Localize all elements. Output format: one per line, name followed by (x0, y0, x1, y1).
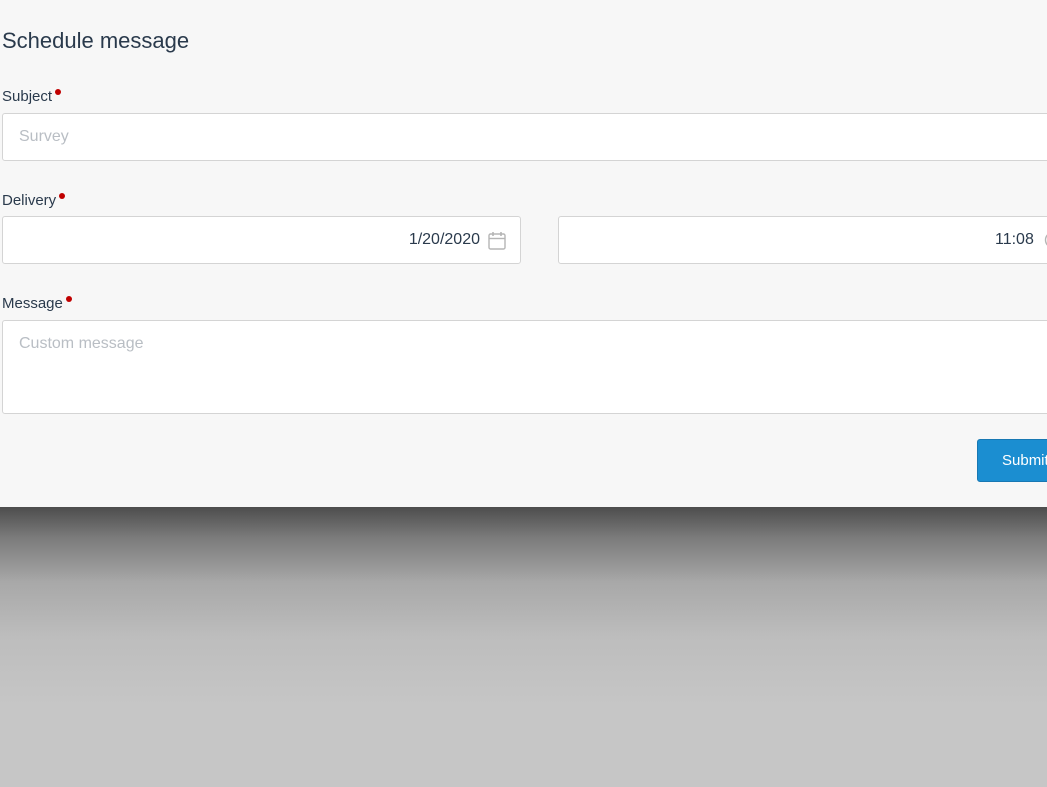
schedule-message-dialog: Schedule message Subject Delivery 1/20/2… (0, 0, 1047, 507)
subject-label: Subject (2, 88, 62, 105)
message-label-text: Message (2, 295, 63, 312)
delivery-label: Delivery (2, 192, 66, 209)
required-indicator (59, 193, 66, 199)
message-textarea[interactable] (3, 321, 1047, 412)
required-indicator (65, 296, 72, 302)
message-field (2, 320, 1047, 414)
delivery-date-picker[interactable]: 1/20/2020 (2, 216, 521, 264)
dialog-title: Schedule message (2, 28, 190, 53)
subject-label-text: Subject (2, 88, 53, 105)
calendar-icon[interactable] (488, 231, 506, 255)
delivery-date-value: 1/20/2020 (408, 231, 480, 248)
message-label: Message (2, 295, 72, 312)
modal-backdrop (0, 507, 1047, 787)
submit-button[interactable]: Submit (977, 439, 1047, 482)
delivery-label-text: Delivery (2, 192, 57, 209)
delivery-time-picker[interactable]: 11:08 (558, 216, 1047, 264)
required-indicator (55, 89, 62, 95)
delivery-time-value: 11:08 (995, 231, 1034, 248)
subject-field (2, 113, 1047, 161)
subject-input[interactable] (3, 114, 1047, 160)
